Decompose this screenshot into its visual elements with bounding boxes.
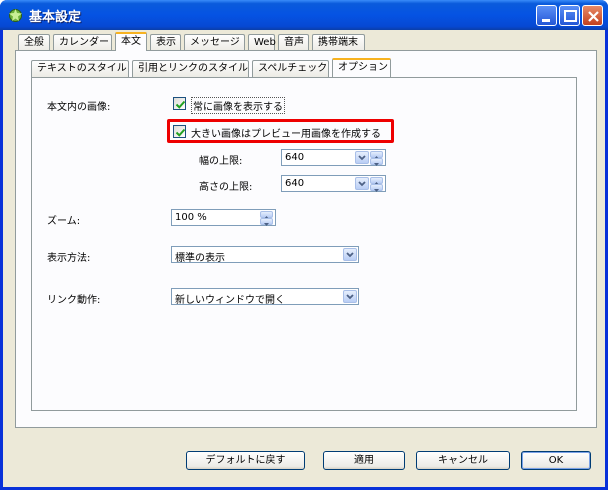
maximize-icon	[564, 10, 577, 22]
minimize-button[interactable]	[536, 5, 557, 26]
tab-general[interactable]: 全般	[18, 34, 50, 51]
max-width-spinner[interactable]: 640	[281, 149, 386, 166]
max-width-up-button[interactable]	[370, 151, 383, 159]
restore-defaults-button[interactable]: デフォルトに戻す	[186, 451, 305, 470]
display-method-select[interactable]: 標準の表示	[171, 246, 359, 264]
arrow-down-icon	[374, 163, 379, 166]
tab-messages[interactable]: メッセージ	[184, 34, 245, 51]
arrow-down-icon	[264, 223, 269, 226]
preview-large-images-checkbox[interactable]	[173, 125, 186, 138]
max-height-down-button[interactable]	[370, 184, 383, 192]
display-method-dropdown-button[interactable]	[343, 248, 357, 261]
max-height-spinner[interactable]: 640	[281, 175, 386, 192]
app-icon	[9, 9, 22, 22]
apply-button[interactable]: 適用	[323, 451, 405, 470]
link-action-value: 新しいウィンドウで開く	[175, 295, 285, 306]
tab-options[interactable]: オプション	[332, 58, 391, 77]
zoom-up-button[interactable]	[260, 211, 273, 219]
tab-text-style[interactable]: テキストのスタイル	[31, 60, 129, 77]
close-icon	[588, 11, 599, 22]
link-action-select[interactable]: 新しいウィンドウで開く	[171, 288, 359, 306]
arrow-down-icon	[374, 189, 379, 192]
preview-large-images-label[interactable]: 大きい画像はプレビュー用画像を作成する	[191, 125, 381, 140]
zoom-value: 100 %	[175, 212, 207, 223]
tab-sound[interactable]: 音声	[278, 34, 309, 51]
link-action-dropdown-button[interactable]	[343, 290, 357, 303]
chevron-down-icon	[358, 155, 366, 161]
zoom-spinner[interactable]: 100 %	[171, 209, 276, 226]
body-images-label: 本文内の画像:	[47, 102, 111, 113]
tab-mobile[interactable]: 携帯端末	[312, 34, 365, 51]
window-title: 基本設定	[29, 10, 82, 25]
tab-calendar[interactable]: カレンダー	[53, 34, 112, 51]
tab-quote-link-style[interactable]: 引用とリンクのスタイル	[132, 60, 249, 77]
always-show-images-label[interactable]: 常に画像を表示する	[191, 97, 285, 114]
preferences-window: 基本設定 全般 カレンダー 本文 表示 メッセージ Web 音声 携帯端末 テキ…	[0, 0, 608, 490]
display-method-value: 標準の表示	[175, 253, 225, 264]
display-method-label: 表示方法:	[47, 253, 91, 264]
max-height-label: 高さの上限:	[199, 182, 253, 193]
zoom-label: ズーム:	[47, 216, 81, 227]
checkmark-icon	[175, 128, 186, 137]
tab-display[interactable]: 表示	[150, 34, 181, 51]
max-width-value: 640	[285, 152, 305, 163]
max-height-arrows	[370, 177, 384, 192]
close-button[interactable]	[582, 5, 603, 26]
tab-web[interactable]: Web	[248, 34, 276, 51]
max-height-dropdown-button[interactable]	[355, 177, 369, 190]
max-width-dropdown-button[interactable]	[355, 151, 369, 164]
chevron-down-icon	[346, 252, 354, 258]
ok-button[interactable]: OK	[521, 451, 591, 470]
cancel-button[interactable]: キャンセル	[416, 451, 510, 470]
chevron-down-icon	[346, 294, 354, 300]
max-width-label: 幅の上限:	[199, 156, 243, 167]
max-width-arrows	[370, 151, 384, 166]
max-width-down-button[interactable]	[370, 158, 383, 166]
always-show-images-checkbox[interactable]	[173, 97, 186, 110]
maximize-button[interactable]	[559, 5, 580, 26]
minimize-icon	[542, 19, 550, 22]
zoom-arrows	[260, 211, 274, 226]
checkmark-icon	[175, 100, 186, 109]
zoom-down-button[interactable]	[260, 218, 273, 226]
tab-spell-check[interactable]: スペルチェック	[252, 60, 329, 77]
title-bar[interactable]: 基本設定	[0, 0, 608, 30]
chevron-down-icon	[358, 181, 366, 187]
link-action-label: リンク動作:	[47, 295, 101, 306]
tab-body[interactable]: 本文	[115, 32, 147, 51]
max-height-up-button[interactable]	[370, 177, 383, 185]
max-height-value: 640	[285, 178, 305, 189]
